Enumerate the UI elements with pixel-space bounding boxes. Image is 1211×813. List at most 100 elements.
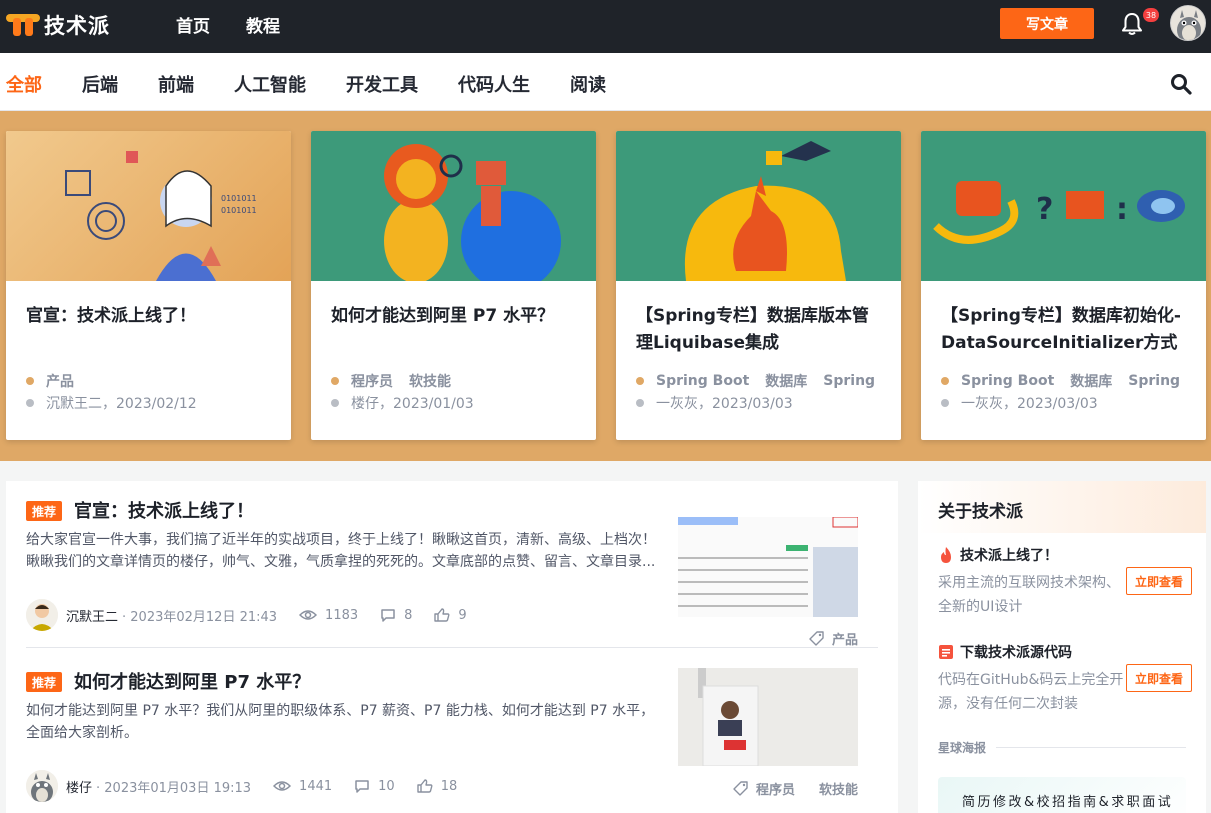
view-count-value: 1441	[299, 778, 333, 794]
nav-tutorial[interactable]: 教程	[246, 12, 280, 37]
featured-card[interactable]: 0101011 0101011 官宣：技术派上线了！ 产品 沉默王二，2023/…	[6, 131, 291, 440]
comment-count[interactable]: 10	[354, 779, 395, 794]
totoro-avatar-icon	[1177, 10, 1201, 40]
article-summary: 给大家官宣一件大事，我们搞了近半年的实战项目，终于上线了！瞅瞅这首页，清新、高级…	[26, 532, 656, 570]
view-now-button[interactable]: 立即查看	[1126, 567, 1192, 595]
tag-label[interactable]: Spring	[1128, 373, 1180, 389]
featured-card[interactable]: ? : 【Spring专栏】数据库初始化-DataSourceInitializ…	[921, 131, 1206, 440]
section-divider	[996, 747, 1186, 748]
category-devtools[interactable]: 开发工具	[346, 71, 418, 97]
recommend-badge: 推荐	[26, 672, 62, 692]
recommend-badge: 推荐	[26, 501, 62, 521]
featured-tags: Spring Boot 数据库 Spring	[941, 371, 1196, 391]
logo-icon	[6, 12, 40, 38]
author-avatar[interactable]	[26, 599, 58, 631]
tag-label[interactable]: 程序员	[351, 371, 393, 391]
article-summary: 如何才能达到阿里 P7 水平？我们从阿里的职级体系、P7 薪资、P7 能力栈、如…	[26, 703, 655, 741]
like-count[interactable]: 18	[416, 779, 457, 794]
author-date: 楼仔，2023/01/03	[351, 396, 474, 412]
planet-poster-label: 星球海报	[938, 741, 987, 755]
search-icon[interactable]	[1170, 73, 1192, 95]
totoro-avatar-icon	[26, 770, 58, 802]
author-date: 一灰灰，2023/03/03	[656, 396, 793, 412]
featured-author-date: 一灰灰，2023/03/03	[941, 393, 1098, 413]
tag-label[interactable]: 产品	[832, 629, 858, 648]
nav-home[interactable]: 首页	[176, 12, 210, 37]
tag-label[interactable]: Spring	[823, 373, 875, 389]
robots-illustration: ? :	[933, 181, 1185, 244]
fox-illustration	[684, 141, 846, 281]
sidebar-item-title[interactable]: 下载技术派源代码	[960, 642, 1072, 662]
author-name[interactable]: 楼仔	[66, 777, 92, 796]
article-thumbnail[interactable]	[678, 517, 858, 617]
planet-poster[interactable]: 简历修改&校招指南&求职面试	[938, 777, 1186, 813]
featured-title[interactable]: 官宣：技术派上线了！	[26, 303, 275, 330]
screenshot-thumbnail-image	[678, 517, 858, 617]
category-frontend[interactable]: 前端	[158, 71, 194, 97]
like-count-value: 9	[458, 607, 467, 623]
main-nav: 首页 教程	[176, 12, 280, 37]
sidebar-title: 关于技术派	[918, 481, 1206, 533]
article-feed: 推荐 官宣：技术派上线了！ 给大家官宣一件大事，我们搞了近半年的实战项目，终于上…	[6, 481, 898, 813]
site-logo[interactable]: 技术派	[6, 10, 110, 40]
svg-text:?: ?	[1036, 192, 1053, 227]
article-time: · 2023年01月03日 19:13	[96, 780, 252, 796]
person-avatar-icon	[26, 599, 58, 631]
view-count: 1441	[273, 779, 332, 794]
article-title[interactable]: 官宣：技术派上线了！	[74, 497, 254, 523]
category-code-life[interactable]: 代码人生	[458, 71, 530, 97]
user-avatar[interactable]	[1170, 5, 1206, 41]
category-reading[interactable]: 阅读	[570, 71, 606, 97]
tag-label[interactable]: 数据库	[765, 371, 807, 391]
tag-label[interactable]: 软技能	[409, 371, 451, 391]
svg-text:0101011: 0101011	[221, 194, 257, 203]
lion-robot-illustration	[384, 144, 561, 281]
featured-title[interactable]: 【Spring专栏】数据库初始化-DataSourceInitializer方式	[941, 303, 1190, 357]
comment-count[interactable]: 8	[380, 608, 412, 623]
sidebar-item-desc: 代码在GitHub&码云上完全开源，没有任何二次封装	[938, 672, 1124, 712]
sidebar-item-title[interactable]: 技术派上线了！	[960, 545, 1058, 565]
author-date: 沉默王二，2023/02/12	[46, 396, 197, 412]
bell-icon[interactable]	[1121, 12, 1143, 36]
category-backend[interactable]: 后端	[82, 71, 118, 97]
tag-label[interactable]: 软技能	[819, 779, 858, 798]
tag-label[interactable]: Spring Boot	[656, 373, 749, 389]
write-article-button[interactable]: 写文章	[1000, 8, 1094, 39]
eye-icon	[299, 610, 318, 620]
article-item[interactable]: 推荐 如何才能达到阿里 P7 水平？ 如何才能达到阿里 P7 水平？我们从阿里的…	[26, 668, 878, 813]
author-date: 一灰灰，2023/03/03	[961, 396, 1098, 412]
featured-title[interactable]: 【Spring专栏】数据库版本管理Liquibase集成	[636, 303, 885, 357]
featured-title[interactable]: 如何才能达到阿里 P7 水平？	[331, 303, 580, 330]
view-count-value: 1183	[325, 607, 359, 623]
featured-image: ? :	[921, 131, 1206, 281]
category-all[interactable]: 全部	[6, 71, 42, 97]
tag-label[interactable]: 程序员	[756, 779, 795, 798]
tag-label[interactable]: Spring Boot	[961, 373, 1054, 389]
category-bar: 全部 后端 前端 人工智能 开发工具 代码人生 阅读	[0, 53, 1211, 111]
tag-icon	[809, 631, 824, 646]
featured-image: 0101011 0101011	[6, 131, 291, 281]
featured-tags: 产品	[26, 371, 90, 391]
tag-label[interactable]: 产品	[46, 371, 74, 391]
category-ai[interactable]: 人工智能	[234, 71, 306, 97]
eye-icon	[273, 781, 292, 791]
notification-badge: 38	[1143, 8, 1159, 22]
article-meta: 沉默王二 · 2023年02月12日 21:43 1183 8 9	[26, 599, 467, 631]
article-title[interactable]: 如何才能达到阿里 P7 水平？	[74, 668, 310, 694]
featured-card[interactable]: 如何才能达到阿里 P7 水平？ 程序员 软技能 楼仔，2023/01/03	[311, 131, 596, 440]
view-now-button[interactable]: 立即查看	[1126, 664, 1192, 692]
article-item[interactable]: 推荐 官宣：技术派上线了！ 给大家官宣一件大事，我们搞了近半年的实战项目，终于上…	[26, 501, 878, 648]
featured-tags: Spring Boot 数据库 Spring	[636, 371, 891, 391]
author-avatar[interactable]	[26, 770, 58, 802]
poster-text: 简历修改&校招指南&求职面试	[962, 795, 1174, 810]
badge-photo-image	[678, 668, 858, 766]
featured-card[interactable]: 【Spring专栏】数据库版本管理Liquibase集成 Spring Boot…	[616, 131, 901, 440]
svg-text:0101011: 0101011	[221, 206, 257, 215]
document-icon	[939, 645, 953, 659]
featured-author-date: 一灰灰，2023/03/03	[636, 393, 793, 413]
tag-label[interactable]: 数据库	[1070, 371, 1112, 391]
top-navbar: 技术派 首页 教程 写文章 38	[0, 0, 1211, 53]
author-name[interactable]: 沉默王二	[66, 606, 118, 625]
article-thumbnail[interactable]	[678, 668, 858, 766]
like-count[interactable]: 9	[434, 607, 467, 623]
